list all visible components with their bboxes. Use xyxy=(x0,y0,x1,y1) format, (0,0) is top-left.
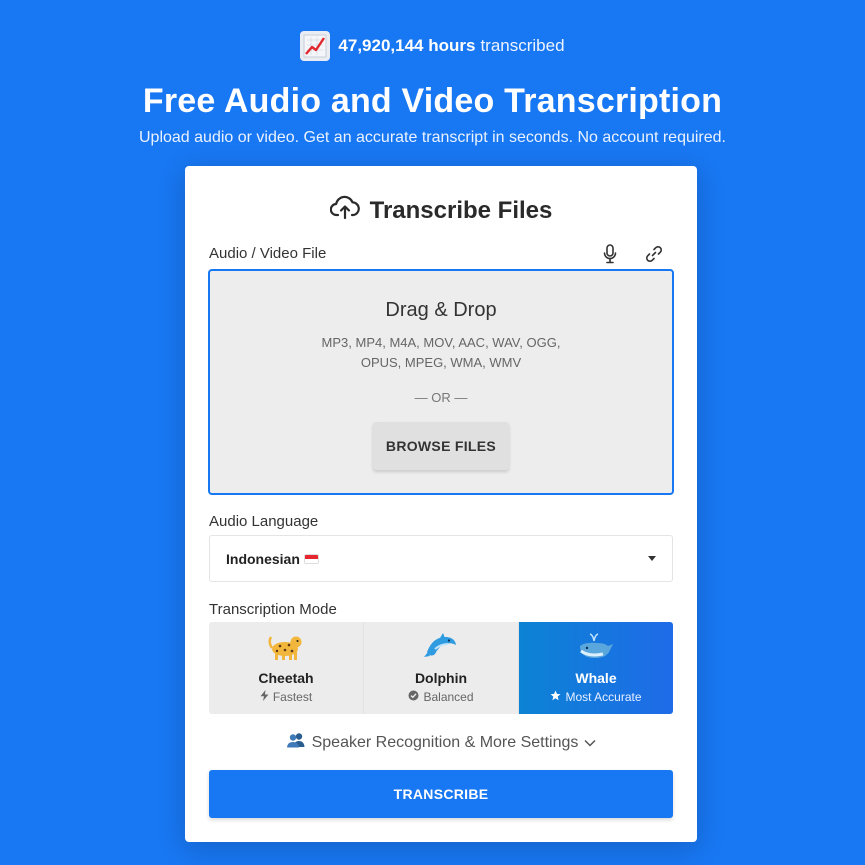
language-label: Audio Language xyxy=(209,513,319,530)
microphone-icon[interactable] xyxy=(601,244,619,264)
chevron-down-icon xyxy=(648,556,656,561)
mode-name: Dolphin xyxy=(414,670,468,686)
card-title: Transcribe Files xyxy=(185,194,697,227)
mode-name: Whale xyxy=(575,670,617,686)
or-divider: — OR — xyxy=(414,390,468,405)
formats-line-1: MP3, MP4, M4A, MOV, AAC, WAV, OGG, xyxy=(321,335,561,350)
card-title-text: Transcribe Files xyxy=(369,196,553,224)
language-value-text: Indonesian xyxy=(226,550,300,567)
stats-suffix: transcribed xyxy=(480,36,565,55)
check-circle-icon xyxy=(408,690,419,704)
mode-description-text: Fastest xyxy=(272,690,313,704)
page-subtitle: Upload audio or video. Get an accurate t… xyxy=(139,129,726,146)
supported-formats: MP3, MP4, M4A, MOV, AAC, WAV, OGG, OPUS,… xyxy=(210,333,672,373)
page: 47,920,144 hours transcribed Free Audio … xyxy=(0,0,865,865)
mode-name: Cheetah xyxy=(258,670,314,686)
file-tools xyxy=(601,244,663,264)
mode-description: Fastest xyxy=(209,690,363,704)
file-label: Audio / Video File xyxy=(209,245,327,262)
mode-label: Transcription Mode xyxy=(209,601,337,618)
leopard-icon xyxy=(209,632,363,662)
more-settings-label: Speaker Recognition & More Settings xyxy=(311,733,579,751)
transcribe-button[interactable]: TRANSCRIBE xyxy=(209,770,673,818)
lightning-icon xyxy=(260,690,269,704)
mode-whale[interactable]: Whale Most Accurate xyxy=(519,622,673,714)
speakers-icon xyxy=(286,732,306,753)
more-settings-toggle[interactable]: Speaker Recognition & More Settings xyxy=(185,732,697,753)
mode-dolphin[interactable]: Dolphin Balanced xyxy=(364,622,519,714)
stats-banner: 47,920,144 hours transcribed xyxy=(0,31,865,61)
file-dropzone[interactable]: Drag & Drop MP3, MP4, M4A, MOV, AAC, WAV… xyxy=(208,269,674,495)
chevron-down-icon xyxy=(584,734,596,752)
mode-description: Most Accurate xyxy=(519,690,673,704)
transcribe-card: Transcribe Files Audio / Video File Drag… xyxy=(185,166,697,842)
mode-description-text: Most Accurate xyxy=(565,690,642,704)
dropzone-title: Drag & Drop xyxy=(385,299,497,321)
cloud-upload-icon xyxy=(329,194,360,227)
link-icon[interactable] xyxy=(645,244,663,264)
chart-increasing-icon xyxy=(300,31,331,61)
page-title: Free Audio and Video Transcription xyxy=(142,82,723,120)
dolphin-icon xyxy=(364,632,518,662)
mode-description-text: Balanced xyxy=(423,690,474,704)
browse-files-button[interactable]: BROWSE FILES xyxy=(373,422,509,470)
language-select[interactable]: Indonesian xyxy=(209,535,673,582)
language-value: Indonesian xyxy=(226,551,648,567)
whale-icon xyxy=(519,632,673,662)
indonesia-flag-icon xyxy=(303,553,319,564)
transcription-mode-group: Cheetah Fastest Dolphin Balanced Whale M… xyxy=(209,622,673,714)
star-icon xyxy=(550,690,561,704)
formats-line-2: OPUS, MPEG, WMA, WMV xyxy=(360,355,522,370)
mode-cheetah[interactable]: Cheetah Fastest xyxy=(209,622,364,714)
mode-description: Balanced xyxy=(364,690,518,704)
stats-count: 47,920,144 hours xyxy=(338,36,476,55)
